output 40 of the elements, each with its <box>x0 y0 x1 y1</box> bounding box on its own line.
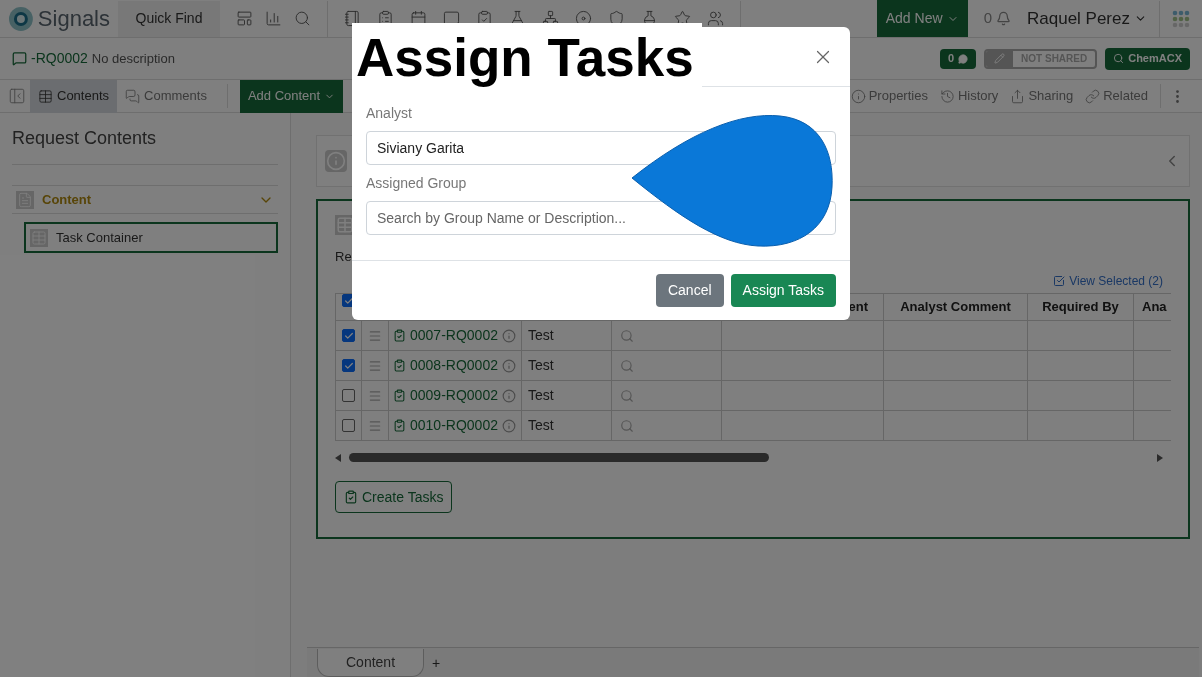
table-cell-text: Test <box>528 356 554 375</box>
task-id-link[interactable]: 0008-RQ0002 <box>410 355 498 376</box>
create-tasks-button[interactable]: Create Tasks <box>335 481 453 513</box>
user-menu[interactable]: Raquel Perez <box>1027 5 1159 32</box>
task-id-link[interactable]: 0010-RQ0002 <box>410 415 498 436</box>
record-id: -RQ0002 <box>31 49 88 68</box>
sheet-tab[interactable]: Content <box>317 649 425 677</box>
column-header: Ana <box>1142 298 1167 317</box>
toolbar-tab[interactable]: Comments <box>117 79 215 113</box>
toolbar-tab[interactable]: Contents <box>30 79 118 113</box>
field-label: Analyst <box>366 104 413 123</box>
view-selected-link[interactable]: View Selected (2) <box>1053 273 1163 289</box>
task-id-link[interactable]: 0007-RQ0002 <box>410 325 498 346</box>
add-tab-button[interactable]: + <box>424 649 449 677</box>
sidebar-title: Request Contents <box>12 125 278 165</box>
field-label: Assigned Group <box>366 174 468 193</box>
toolbar-action[interactable]: History <box>939 86 999 106</box>
toolbar-action[interactable]: Properties <box>850 86 928 106</box>
task-id-link[interactable]: 0009-RQ0002 <box>410 385 498 406</box>
comment-count-button[interactable]: 0 <box>939 48 977 69</box>
cancel-button[interactable]: Cancel <box>655 274 724 307</box>
notification-count: 0 <box>983 8 992 29</box>
sidebar-item[interactable]: Task Container <box>24 222 278 253</box>
quick-find-button[interactable]: Quick Find <box>118 0 220 37</box>
table-cell-text: Test <box>528 326 554 345</box>
add-content-button[interactable]: Add Content <box>239 79 344 113</box>
table-cell-text: Test <box>528 416 554 435</box>
column-header: Required By <box>1042 298 1119 317</box>
column-header: Analyst Comment <box>900 298 1011 317</box>
record-description: No description <box>91 49 175 68</box>
toolbar-action[interactable]: Sharing <box>1010 86 1074 106</box>
assign-tasks-button[interactable]: Assign Tasks <box>730 274 836 307</box>
chemacx-button[interactable]: ChemACX <box>1105 47 1190 70</box>
table-cell-text: Test <box>528 386 554 405</box>
column-header: ent <box>848 298 868 317</box>
section-header[interactable]: Content <box>12 185 278 214</box>
brand-name: Signals <box>37 5 110 33</box>
toolbar-action[interactable]: Related <box>1085 86 1148 106</box>
add-new-button[interactable]: Add New <box>876 0 968 37</box>
container-title: Re <box>335 249 352 265</box>
